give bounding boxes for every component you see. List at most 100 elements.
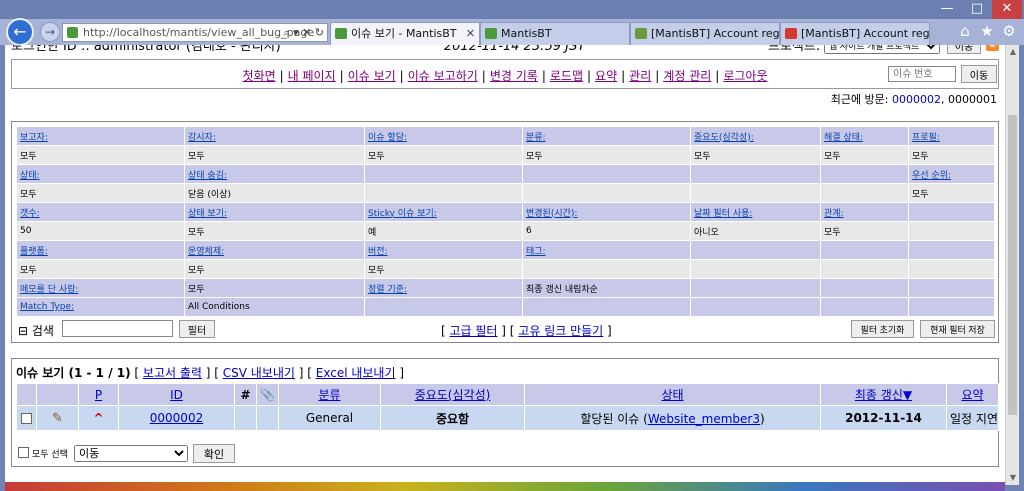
filter-field-link[interactable]: 운영체제: — [188, 247, 224, 257]
filter-field-link[interactable]: 중요도(심각성): — [694, 133, 754, 143]
edit-pencil-icon[interactable]: ✎ — [52, 411, 63, 426]
menu-item-change-log[interactable]: 변경 기록 — [490, 69, 538, 83]
filter-field-link[interactable]: 갯수: — [20, 209, 40, 219]
col-edit — [36, 383, 79, 406]
id-cell[interactable]: 0000002 — [118, 405, 235, 431]
col-severity[interactable]: 중요도(심각성) — [380, 383, 525, 406]
row-checkbox[interactable] — [21, 413, 32, 424]
settings-gear-icon[interactable]: ⚙ — [998, 22, 1020, 40]
tab-mantisbt[interactable]: MantisBT — [480, 22, 630, 45]
col-priority[interactable]: P — [78, 383, 119, 406]
sort-updated-link[interactable]: 최종 갱신▼ — [855, 388, 912, 402]
filter-field-link[interactable]: 상태 보기: — [188, 209, 227, 219]
row-checkbox-cell[interactable] — [16, 405, 37, 431]
project-go-button[interactable]: 이동 — [947, 45, 981, 54]
col-summary[interactable]: 요약 — [946, 383, 999, 406]
menu-item-my-account[interactable]: 계정 관리 — [663, 69, 711, 83]
maximize-button[interactable]: □ — [962, 0, 992, 19]
issue-number-input[interactable] — [888, 66, 956, 82]
rss-icon[interactable]: ◉ — [986, 45, 999, 51]
filter-field-link[interactable]: 이슈 할당: — [368, 133, 407, 143]
address-bar[interactable]: http://localhost/mantis/view_all_bug_pag… — [62, 23, 328, 42]
col-id[interactable]: ID — [118, 383, 235, 406]
jump-button[interactable]: 이동 — [961, 65, 997, 83]
filter-field-link[interactable]: 프로필: — [912, 133, 940, 143]
reset-filter-button[interactable]: 필터 초기화 — [851, 320, 914, 338]
save-filter-button[interactable]: 현재 필터 저장 — [920, 320, 995, 338]
col-category[interactable]: 분류 — [278, 383, 381, 406]
filter-field-link[interactable]: Sticky 이슈 보기: — [368, 209, 437, 219]
vertical-scrollbar[interactable]: ▲ ▼ — [1005, 45, 1019, 485]
edit-cell[interactable]: ✎ — [36, 405, 79, 431]
filter-cell — [364, 183, 523, 203]
scroll-up-icon[interactable]: ▲ — [1006, 45, 1020, 59]
close-tab-icon[interactable]: ✕ — [466, 23, 475, 44]
sort-status-link[interactable]: 상태 — [661, 388, 683, 402]
favorites-icon[interactable]: ★ — [976, 22, 998, 40]
filter-field-link[interactable]: 메모를 단 사람: — [20, 285, 78, 295]
filter-field-link[interactable]: Match Type: — [20, 302, 74, 312]
permalink-link[interactable]: 고유 링크 만들기 — [518, 324, 603, 338]
sort-category-link[interactable]: 분류 — [318, 388, 340, 402]
filter-field-link[interactable]: 해결 상태: — [824, 133, 863, 143]
csv-export-link[interactable]: CSV 내보내기 — [223, 366, 295, 380]
assignee-link[interactable]: Website_member3 — [648, 412, 760, 426]
filter-field-link[interactable]: 정렬 기준: — [368, 285, 407, 295]
menu-item-logout[interactable]: 로그아웃 — [723, 69, 767, 83]
issue-id-link[interactable]: 0000002 — [150, 411, 203, 425]
col-attachments: 📎 — [256, 383, 279, 406]
filter-field-link[interactable]: 감시자: — [188, 133, 216, 143]
scroll-down-icon[interactable]: ▼ — [1006, 471, 1020, 485]
sort-summary-link[interactable]: 요약 — [961, 388, 983, 402]
filter-field-link[interactable]: 태그: — [526, 247, 546, 257]
forward-button[interactable]: → — [40, 22, 60, 42]
sort-severity-link[interactable]: 중요도(심각성) — [415, 388, 491, 402]
search-refresh-icon[interactable]: ⌕ ▾ ✕ ↻ — [283, 24, 324, 41]
filter-field-link[interactable]: 상태 숨김: — [188, 171, 227, 181]
minimize-button[interactable]: — — [932, 0, 962, 19]
tab-account-registration-2[interactable]: [MantisBT] Account registr... — [780, 22, 930, 45]
filter-value: 모두 — [694, 151, 711, 162]
recent-issue-link[interactable]: 0000002 — [892, 93, 941, 106]
confirm-button[interactable]: 확인 — [193, 444, 235, 463]
sort-id-link[interactable]: ID — [170, 388, 183, 402]
filter-field-link[interactable]: 버전: — [368, 247, 388, 257]
menu-item-roadmap[interactable]: 로드맵 — [550, 69, 583, 83]
print-reports-link[interactable]: 보고서 출력 — [143, 366, 202, 380]
filter-button[interactable]: 필터 — [179, 320, 215, 338]
tab-issue-view[interactable]: 이슈 보기 - MantisBT ✕ — [330, 22, 480, 45]
col-status[interactable]: 상태 — [524, 383, 821, 406]
project-select[interactable]: 웹 사이트 개발 프로젝트 — [824, 45, 940, 54]
filter-cell: All Conditions — [184, 297, 365, 317]
table-row[interactable]: ✎ ^ 0000002 General 중요함 할당된 이슈 (Website_… — [16, 405, 999, 431]
col-last-updated[interactable]: 최종 갱신▼ — [820, 383, 947, 406]
search-label[interactable]: ⊟ 검색 — [18, 322, 54, 339]
select-all-checkbox[interactable] — [18, 447, 29, 458]
filter-field-link[interactable]: 관계: — [824, 209, 844, 219]
filter-field-link[interactable]: 상태: — [20, 171, 40, 181]
sort-priority-link[interactable]: P — [95, 388, 102, 402]
bulk-action-select[interactable]: 이동 — [74, 445, 188, 462]
home-icon[interactable]: ⌂ — [954, 22, 976, 40]
filter-field-link[interactable]: 분류: — [526, 133, 546, 143]
menu-item-report-issue[interactable]: 이슈 보고하기 — [408, 69, 478, 83]
excel-export-link[interactable]: Excel 내보내기 — [316, 366, 396, 380]
menu-item-view-issues[interactable]: 이슈 보기 — [348, 69, 396, 83]
scrollbar-thumb[interactable] — [1008, 115, 1017, 415]
attach-cell — [256, 405, 279, 431]
search-input[interactable] — [62, 320, 173, 337]
menu-item-my-view[interactable]: 내 페이지 — [288, 69, 336, 83]
filter-field-link[interactable]: 날짜 필터 사용: — [694, 209, 752, 219]
tab-account-registration-1[interactable]: [MantisBT] Account registr... — [630, 22, 780, 45]
filter-field-link[interactable]: 플랫폼: — [20, 247, 48, 257]
filter-field-link[interactable]: 우선 순위: — [912, 171, 951, 181]
menu-item-main[interactable]: 첫화면 — [242, 69, 275, 83]
filter-value: 50 — [20, 226, 32, 236]
close-window-button[interactable]: ✕ — [992, 0, 1022, 19]
advanced-filter-link[interactable]: 고급 필터 — [450, 324, 498, 338]
menu-item-manage[interactable]: 관리 — [629, 69, 651, 83]
filter-field-link[interactable]: 변경된(시간): — [526, 209, 577, 219]
menu-item-summary[interactable]: 요약 — [595, 69, 617, 83]
back-button[interactable]: ← — [6, 18, 34, 46]
filter-field-link[interactable]: 보고자: — [20, 133, 48, 143]
